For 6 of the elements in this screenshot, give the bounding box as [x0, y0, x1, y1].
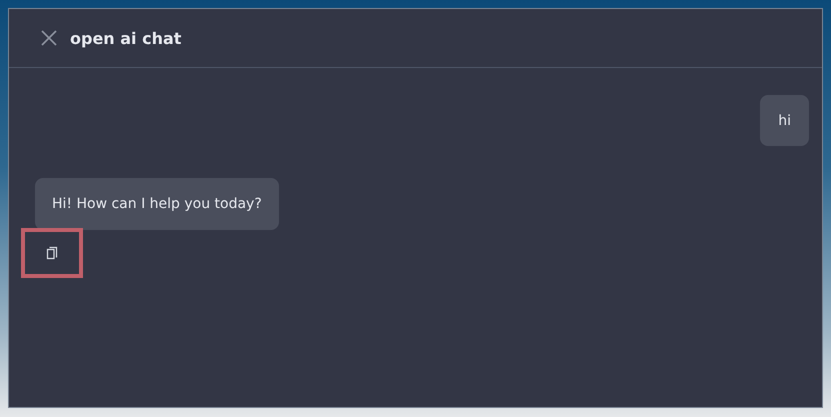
dialog-title: open ai chat — [70, 28, 182, 48]
copy-icon — [46, 246, 58, 260]
close-icon[interactable] — [40, 29, 58, 47]
assistant-message: Hi! How can I help you today? — [35, 178, 279, 230]
copy-button[interactable] — [21, 228, 83, 278]
user-message: hi — [760, 95, 809, 146]
